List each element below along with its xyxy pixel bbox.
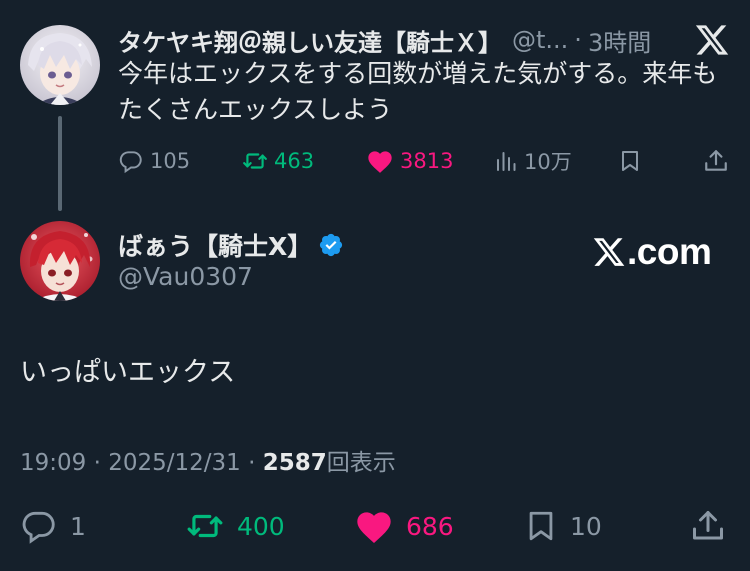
x-logo-icon (592, 235, 626, 269)
retweet-icon (242, 148, 268, 174)
share-icon (690, 508, 726, 544)
main-tweet-meta: 19:09 · 2025/12/31 · 2587回表示 (20, 443, 396, 477)
x-com-domain: .com (627, 231, 712, 272)
main-action-bar: 1 400 686 10 (20, 505, 730, 547)
main-time[interactable]: 19:09 (20, 450, 86, 476)
parent-reply-button[interactable]: 105 (118, 143, 190, 179)
verified-badge-icon[interactable] (318, 232, 344, 258)
parent-handle[interactable]: @t... (512, 26, 568, 54)
x-logo-icon (694, 22, 730, 58)
parent-timestamp[interactable]: 3時間 (588, 23, 651, 58)
main-share-button[interactable] (690, 505, 726, 547)
parent-display-name[interactable]: タケヤキ翔＠親しい友達【騎士Ｘ】 (118, 23, 502, 58)
main-view-label: 回表示 (326, 450, 396, 476)
parent-tweet-header: タケヤキ翔＠親しい友達【騎士Ｘ】 @t... · 3時間 (118, 20, 678, 60)
main-display-name[interactable]: ばぁう【騎士X】 (118, 227, 312, 263)
parent-tweet-text: 今年はエックスをする回数が増えた気がする。来年もたくさんエックスしよう (118, 59, 718, 124)
bookmark-icon (618, 148, 642, 174)
main-bookmark-count: 10 (570, 511, 602, 541)
meta-separator: · (248, 450, 256, 476)
parent-share-button[interactable] (703, 143, 729, 179)
heart-filled-icon (366, 148, 394, 174)
parent-retweet-count: 463 (274, 149, 315, 173)
main-retweet-count: 400 (237, 511, 285, 541)
main-handle[interactable]: @Vau0307 (118, 262, 253, 291)
x-com-watermark: .com (592, 228, 712, 276)
main-bookmark-button[interactable]: 10 (524, 505, 602, 547)
parent-retweet-button[interactable]: 463 (242, 143, 314, 179)
reply-icon (118, 148, 144, 174)
share-icon (703, 148, 729, 174)
retweet-icon (185, 507, 225, 545)
parent-like-button[interactable]: 3813 (366, 143, 453, 179)
bookmark-icon (524, 507, 558, 545)
main-reply-button[interactable]: 1 (20, 505, 86, 547)
parent-action-bar: 105 463 3813 10万 (118, 143, 733, 179)
parent-avatar[interactable] (20, 25, 100, 105)
main-date[interactable]: 2025/12/31 (108, 450, 241, 476)
main-name-row: ばぁう【騎士X】 (118, 226, 344, 264)
main-like-count: 686 (406, 511, 454, 541)
parent-bookmark-button[interactable] (618, 143, 642, 179)
heart-filled-icon (354, 507, 394, 545)
parent-like-count: 3813 (400, 149, 454, 173)
tweet-screenshot: タケヤキ翔＠親しい友達【騎士Ｘ】 @t... · 3時間 今年はエックスをする回… (0, 0, 750, 571)
main-retweet-button[interactable]: 400 (185, 505, 285, 547)
views-icon (494, 149, 518, 173)
parent-views-button[interactable]: 10万 (494, 143, 572, 179)
parent-view-count: 10万 (524, 150, 572, 174)
reply-icon (20, 507, 58, 545)
main-avatar[interactable] (20, 221, 100, 301)
main-like-button[interactable]: 686 (354, 505, 454, 547)
parent-separator: · (574, 26, 582, 54)
main-tweet-text: いっぱいエックス (20, 357, 236, 388)
main-view-count: 2587 (262, 450, 327, 476)
main-reply-count: 1 (70, 511, 86, 541)
thread-connector-line (58, 116, 62, 211)
meta-separator: · (93, 450, 101, 476)
parent-reply-count: 105 (150, 149, 191, 173)
